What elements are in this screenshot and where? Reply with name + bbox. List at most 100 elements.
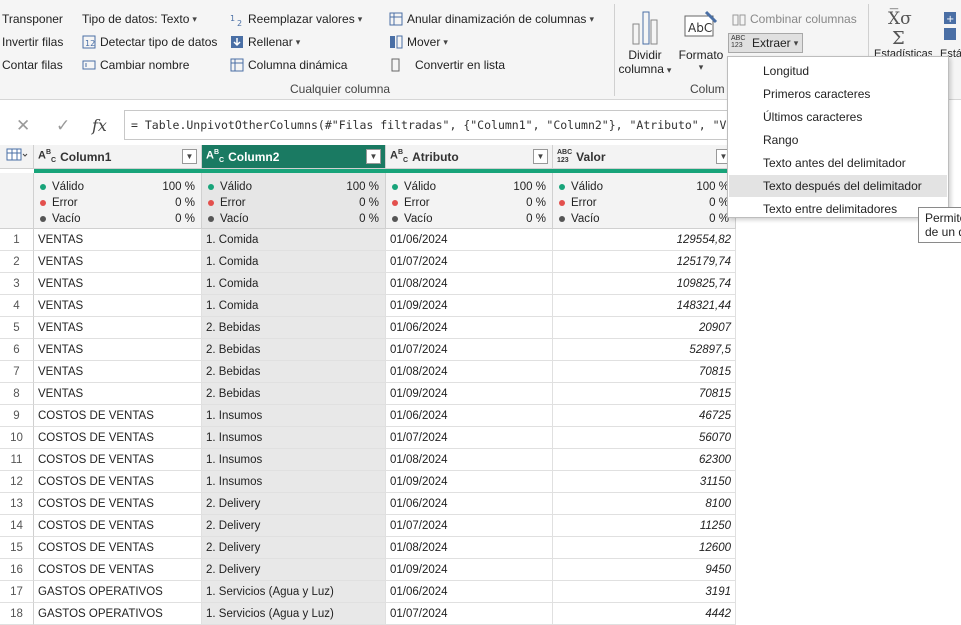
fill-button[interactable]: Rellenar [230,33,300,51]
convert-list-button[interactable]: Convertir en lista [389,56,505,74]
row-number[interactable]: 12 [0,471,34,493]
cancel-x-icon[interactable]: ✕ [16,116,30,136]
row-number[interactable]: 8 [0,383,34,405]
cell-valor[interactable]: 8100 [553,493,736,515]
row-number[interactable]: 11 [0,449,34,471]
cell-valor[interactable]: 109825,74 [553,273,736,295]
filter-dropdown-icon[interactable]: ▼ [533,149,548,164]
cell-column1[interactable]: COSTOS DE VENTAS [34,449,202,471]
cell-column2[interactable]: 2. Delivery [202,537,386,559]
extract-menu-item[interactable]: Últimos caracteres [729,106,947,128]
cell-column1[interactable]: VENTAS [34,295,202,317]
cell-atributo[interactable]: 01/08/2024 [386,361,553,383]
row-number[interactable]: 3 [0,273,34,295]
cell-valor[interactable]: 9450 [553,559,736,581]
format-button[interactable]: AbC Formato ▾ [676,4,726,80]
extract-menu-item[interactable]: Texto entre delimitadores [729,198,947,220]
column-header-1[interactable]: ABC Column1 ▼ [34,145,202,169]
row-number[interactable]: 13 [0,493,34,515]
count-rows-button[interactable]: Contar filas [2,56,63,74]
cell-atributo[interactable]: 01/07/2024 [386,251,553,273]
row-number[interactable]: 1 [0,229,34,251]
cell-atributo[interactable]: 01/08/2024 [386,537,553,559]
extract-menu-item[interactable]: Texto antes del delimitador [729,152,947,174]
row-number[interactable]: 14 [0,515,34,537]
cell-column2[interactable]: 2. Bebidas [202,361,386,383]
data-type-dropdown[interactable]: Tipo de datos: Texto [82,10,197,28]
cell-column2[interactable]: 2. Delivery [202,515,386,537]
cell-valor[interactable]: 46725 [553,405,736,427]
cell-atributo[interactable]: 01/07/2024 [386,339,553,361]
cell-column2[interactable]: 2. Delivery [202,493,386,515]
cell-column2[interactable]: 1. Comida [202,273,386,295]
extract-menu-item[interactable]: Primeros caracteres [729,83,947,105]
table-menu-button[interactable] [0,145,34,169]
row-number[interactable]: 6 [0,339,34,361]
cell-column1[interactable]: COSTOS DE VENTAS [34,405,202,427]
extract-menu-item[interactable]: Rango [729,129,947,151]
cell-column1[interactable]: GASTOS OPERATIVOS [34,581,202,603]
cell-atributo[interactable]: 01/06/2024 [386,229,553,251]
cell-valor[interactable]: 129554,82 [553,229,736,251]
cell-valor[interactable]: 11250 [553,515,736,537]
cell-column2[interactable]: 1. Insumos [202,471,386,493]
row-number[interactable]: 15 [0,537,34,559]
cell-atributo[interactable]: 01/06/2024 [386,581,553,603]
cell-column2[interactable]: 1. Servicios (Agua y Luz) [202,581,386,603]
abc-type-icon[interactable]: ABC [206,149,224,164]
cell-column1[interactable]: VENTAS [34,251,202,273]
unpivot-button[interactable]: Anular dinamización de columnas [389,10,594,28]
cell-valor[interactable]: 62300 [553,449,736,471]
cell-column2[interactable]: 1. Comida [202,229,386,251]
cell-valor[interactable]: 12600 [553,537,736,559]
cell-valor[interactable]: 3191 [553,581,736,603]
abc123-type-icon[interactable]: ABC 123 [557,149,572,165]
move-button[interactable]: Mover [389,33,448,51]
row-number[interactable]: 17 [0,581,34,603]
row-number[interactable]: 9 [0,405,34,427]
cell-column2[interactable]: 2. Delivery [202,559,386,581]
cell-atributo[interactable]: 01/08/2024 [386,449,553,471]
filter-dropdown-icon[interactable]: ▼ [182,149,197,164]
abc-type-icon[interactable]: ABC [390,149,408,164]
abc-type-icon[interactable]: ABC [38,149,56,164]
cell-valor[interactable]: 70815 [553,361,736,383]
cell-valor[interactable]: 56070 [553,427,736,449]
cell-valor[interactable]: 31150 [553,471,736,493]
merge-columns-button[interactable]: Combinar columnas [732,10,857,28]
cell-column2[interactable]: 1. Insumos [202,405,386,427]
split-column-button[interactable]: Dividir columna [618,4,672,80]
detect-type-button[interactable]: 12 Detectar tipo de datos [82,33,217,51]
cell-column1[interactable]: VENTAS [34,339,202,361]
cell-atributo[interactable]: 01/06/2024 [386,493,553,515]
cell-column2[interactable]: 1. Comida [202,295,386,317]
extract-menu-item[interactable]: Texto después del delimitador [729,175,947,197]
row-number[interactable]: 7 [0,361,34,383]
cell-column1[interactable]: COSTOS DE VENTAS [34,537,202,559]
row-number[interactable]: 5 [0,317,34,339]
cell-column2[interactable]: 1. Comida [202,251,386,273]
filter-dropdown-icon[interactable]: ▼ [366,149,381,164]
cell-column1[interactable]: COSTOS DE VENTAS [34,471,202,493]
cell-column1[interactable]: VENTAS [34,317,202,339]
reverse-rows-button[interactable]: Invertir filas [2,33,63,51]
cell-column1[interactable]: COSTOS DE VENTAS [34,493,202,515]
replace-values-button[interactable]: 12 Reemplazar valores [230,10,362,28]
cell-atributo[interactable]: 01/08/2024 [386,273,553,295]
row-number[interactable]: 4 [0,295,34,317]
rename-button[interactable]: Cambiar nombre [82,56,189,74]
row-number[interactable]: 16 [0,559,34,581]
cell-valor[interactable]: 70815 [553,383,736,405]
cell-column1[interactable]: VENTAS [34,383,202,405]
confirm-check-icon[interactable]: ✓ [56,116,70,136]
cell-atributo[interactable]: 01/09/2024 [386,471,553,493]
extract-menu-item[interactable]: Longitud [729,60,947,82]
cell-column1[interactable]: VENTAS [34,229,202,251]
row-number[interactable]: 10 [0,427,34,449]
cell-atributo[interactable]: 01/07/2024 [386,427,553,449]
cell-atributo[interactable]: 01/09/2024 [386,383,553,405]
cell-column1[interactable]: COSTOS DE VENTAS [34,427,202,449]
row-number[interactable]: 2 [0,251,34,273]
cell-column2[interactable]: 1. Insumos [202,427,386,449]
pivot-column-button[interactable]: Columna dinámica [230,56,347,74]
